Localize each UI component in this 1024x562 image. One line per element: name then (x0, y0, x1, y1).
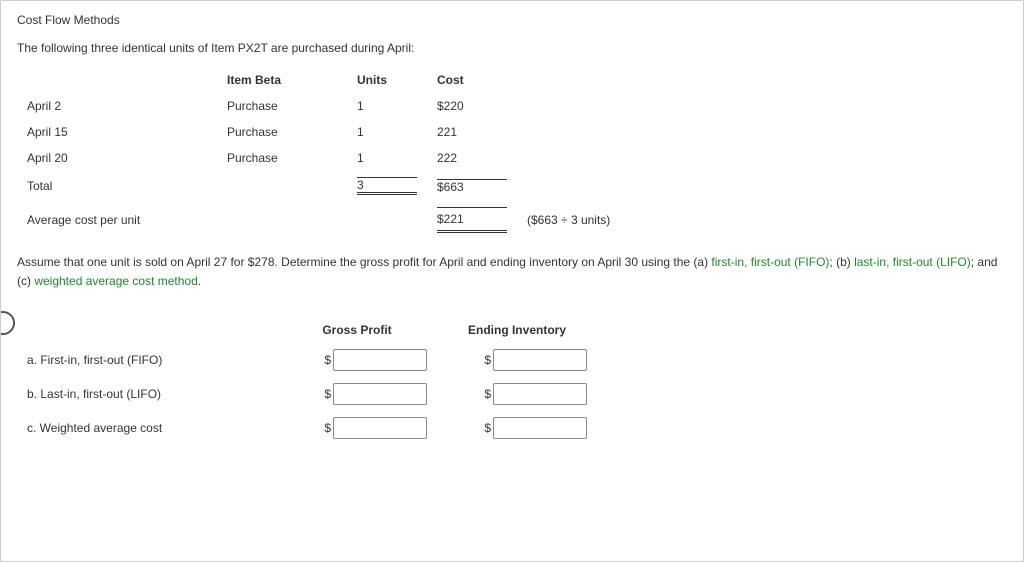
page-title: Cost Flow Methods (17, 13, 1007, 27)
cell-type: Purchase (217, 145, 347, 171)
cell-type: Purchase (217, 119, 347, 145)
average-row: Average cost per unit $221 ($663 ÷ 3 uni… (17, 201, 620, 239)
cell-date: April 2 (17, 93, 217, 119)
total-row: Total 3 $663 (17, 171, 620, 201)
cell-units: 1 (347, 119, 427, 145)
cell-units: 1 (347, 93, 427, 119)
dollar-sign: $ (484, 353, 491, 367)
header-ending-inventory: Ending Inventory (437, 317, 597, 343)
wavg-ending-inventory-input[interactable] (493, 417, 587, 439)
dollar-sign: $ (484, 387, 491, 401)
purchase-header-row: Item Beta Units Cost (17, 67, 620, 93)
answer-row-lifo: b. Last-in, first-out (LIFO) $ $ (17, 377, 597, 411)
average-label: Average cost per unit (17, 201, 217, 239)
cell-cost: 222 (427, 145, 517, 171)
field-wrap: $ (447, 383, 587, 405)
header-units: Units (347, 67, 427, 93)
dollar-sign: $ (324, 353, 331, 367)
table-row: April 2 Purchase 1 $220 (17, 93, 620, 119)
total-cost: $663 (437, 179, 507, 194)
dollar-sign: $ (324, 387, 331, 401)
header-gross-profit: Gross Profit (277, 317, 437, 343)
answer-row-fifo: a. First-in, first-out (FIFO) $ $ (17, 343, 597, 377)
header-item: Item Beta (217, 67, 347, 93)
field-wrap: $ (287, 349, 427, 371)
field-wrap: $ (287, 417, 427, 439)
instr-pre: Assume that one unit is sold on April 27… (17, 255, 711, 269)
answer-label: b. Last-in, first-out (LIFO) (17, 377, 277, 411)
cell-cost: 221 (427, 119, 517, 145)
lifo-ending-inventory-input[interactable] (493, 383, 587, 405)
field-wrap: $ (447, 417, 587, 439)
header-blank (17, 67, 217, 93)
field-wrap: $ (287, 383, 427, 405)
dollar-sign: $ (324, 421, 331, 435)
fifo-gross-profit-input[interactable] (333, 349, 427, 371)
instr-wavg: weighted average cost method (34, 274, 197, 288)
answer-row-wavg: c. Weighted average cost $ $ (17, 411, 597, 445)
dollar-sign: $ (484, 421, 491, 435)
total-units: 3 (357, 177, 417, 195)
table-row: April 15 Purchase 1 221 (17, 119, 620, 145)
cell-units: 1 (347, 145, 427, 171)
purchase-table: Item Beta Units Cost April 2 Purchase 1 … (17, 67, 620, 239)
average-cost: $221 (437, 207, 507, 233)
instr-fifo: first-in, first-out (FIFO) (711, 255, 829, 269)
cell-cost: $220 (427, 93, 517, 119)
answer-label: a. First-in, first-out (FIFO) (17, 343, 277, 377)
fifo-ending-inventory-input[interactable] (493, 349, 587, 371)
cell-type: Purchase (217, 93, 347, 119)
field-wrap: $ (447, 349, 587, 371)
average-note: ($663 ÷ 3 units) (517, 201, 620, 239)
header-extra (517, 67, 620, 93)
intro-text: The following three identical units of I… (17, 41, 1007, 55)
page-container: Cost Flow Methods The following three id… (0, 0, 1024, 562)
total-label: Total (17, 171, 217, 201)
answer-table: Gross Profit Ending Inventory a. First-i… (17, 317, 597, 445)
decorative-ellipse (0, 311, 15, 335)
cell-date: April 15 (17, 119, 217, 145)
header-cost: Cost (427, 67, 517, 93)
instructions: Assume that one unit is sold on April 27… (17, 253, 1007, 291)
lifo-gross-profit-input[interactable] (333, 383, 427, 405)
table-row: April 20 Purchase 1 222 (17, 145, 620, 171)
instr-post: . (198, 274, 201, 288)
answer-header-row: Gross Profit Ending Inventory (17, 317, 597, 343)
instr-mid1: ; (b) (829, 255, 854, 269)
answer-label: c. Weighted average cost (17, 411, 277, 445)
wavg-gross-profit-input[interactable] (333, 417, 427, 439)
cell-date: April 20 (17, 145, 217, 171)
instr-lifo: last-in, first-out (LIFO) (854, 255, 971, 269)
